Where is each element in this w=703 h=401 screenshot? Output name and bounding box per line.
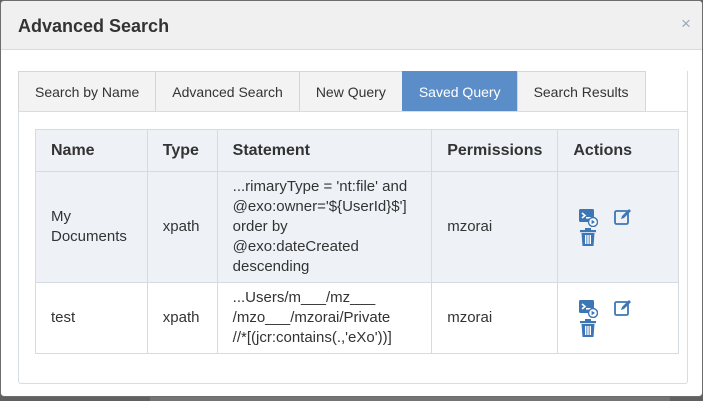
delete-icon[interactable] [578, 318, 598, 338]
dialog-header: Advanced Search × [1, 1, 702, 50]
edit-icon[interactable] [613, 298, 633, 318]
delete-icon[interactable] [578, 227, 598, 247]
column-header-type: Type [146, 129, 218, 172]
close-button[interactable]: × [678, 14, 694, 34]
column-header-statement: Statement [216, 129, 433, 172]
dialog-title: Advanced Search [18, 16, 170, 36]
row-actions [557, 171, 679, 283]
tab-search-results[interactable]: Search Results [516, 71, 646, 112]
background-page-text [150, 397, 670, 401]
query-type: xpath [146, 171, 218, 283]
column-header-actions: Actions [557, 129, 679, 172]
advanced-search-dialog: Advanced Search × Search by Name Advance… [0, 0, 703, 397]
table-header-row: Name Type Statement Permissions Actions [35, 129, 679, 172]
saved-queries-table: Name Type Statement Permissions Actions … [35, 129, 679, 354]
tab-advanced-search[interactable]: Advanced Search [155, 71, 299, 112]
table-row: My Documents xpath ...rimaryType = 'nt:fi… [35, 171, 679, 283]
execute-query-icon[interactable] [578, 207, 599, 228]
query-name: My Documents [35, 171, 148, 283]
query-name: test [35, 282, 148, 354]
query-statement: ...rimaryType = 'nt:file' and @exo:owner… [216, 171, 433, 283]
query-type: xpath [146, 282, 218, 354]
column-header-name: Name [35, 129, 148, 172]
table-row: test xpath ...Users/m___/mz___ /mzo___/m… [35, 282, 679, 354]
tab-new-query[interactable]: New Query [298, 71, 402, 112]
tab-search-by-name[interactable]: Search by Name [18, 71, 156, 112]
query-statement: ...Users/m___/mz___ /mzo___/mzorai/Priva… [216, 282, 433, 354]
edit-icon[interactable] [613, 207, 633, 227]
column-header-permissions: Permissions [431, 129, 559, 172]
query-permissions: mzorai [431, 171, 559, 283]
row-actions [557, 282, 679, 354]
query-permissions: mzorai [431, 282, 559, 354]
tab-saved-query[interactable]: Saved Query [401, 71, 517, 112]
tab-bar: Search by Name Advanced Search New Query… [18, 71, 646, 112]
execute-query-icon[interactable] [578, 298, 599, 319]
